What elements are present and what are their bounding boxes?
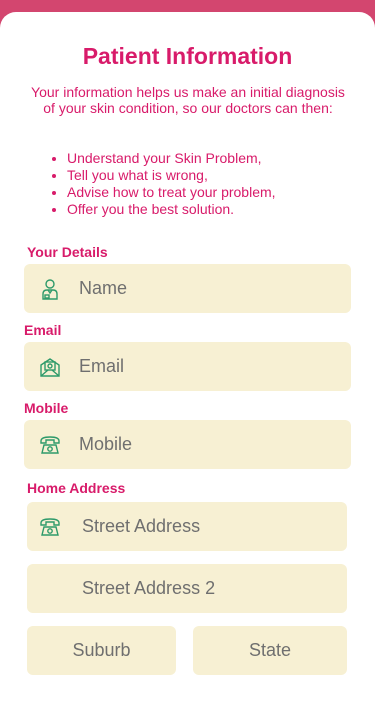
mobile-label: Mobile xyxy=(24,400,69,416)
mobile-field-box xyxy=(24,420,351,469)
list-item: Understand your Skin Problem, xyxy=(67,150,276,167)
list-item: Offer you the best solution. xyxy=(67,201,276,218)
name-input[interactable] xyxy=(24,264,351,313)
email-label: Email xyxy=(24,322,62,338)
street-address-field-box xyxy=(27,502,347,551)
suburb-field-box xyxy=(27,626,176,675)
telephone-icon xyxy=(39,516,61,538)
doctor-icon xyxy=(39,278,61,300)
street-address-input[interactable] xyxy=(27,502,347,551)
state-field-box xyxy=(193,626,347,675)
email-input[interactable] xyxy=(24,342,351,391)
street-address-2-field-box xyxy=(27,564,347,613)
list-item: Tell you what is wrong, xyxy=(67,167,276,184)
list-item: Advise how to treat your problem, xyxy=(67,184,276,201)
suburb-input[interactable] xyxy=(27,626,176,675)
name-field-box xyxy=(24,264,351,313)
home-address-label: Home Address xyxy=(27,480,126,496)
street-address-2-input[interactable] xyxy=(27,564,347,613)
telephone-icon xyxy=(39,434,61,456)
state-input[interactable] xyxy=(193,626,347,675)
mobile-input[interactable] xyxy=(24,420,351,469)
email-field-box xyxy=(24,342,351,391)
page-title: Patient Information xyxy=(82,43,293,69)
envelope-icon xyxy=(39,356,61,378)
intro-text: Your information helps us make an initia… xyxy=(31,84,345,116)
your-details-label: Your Details xyxy=(27,244,108,260)
benefits-list: Understand your Skin Problem, Tell you w… xyxy=(30,150,276,218)
